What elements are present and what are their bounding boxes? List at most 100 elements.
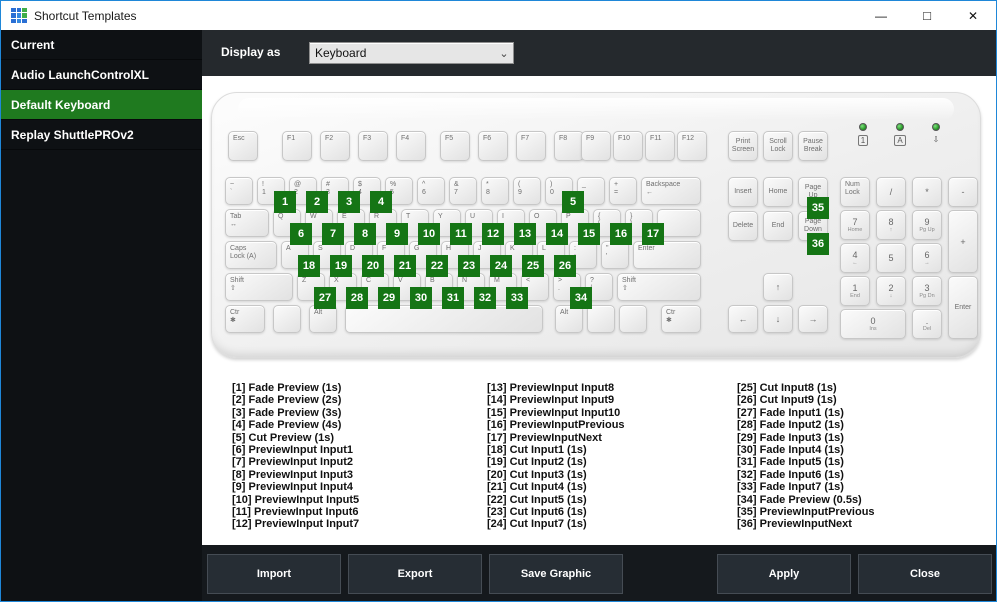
key-symbol: ← [728,305,758,333]
key-symbol: ↑ [763,273,793,301]
logo-square [11,18,16,24]
sidebar-item-replay-shuttleprov2[interactable]: Replay ShuttlePROv2 [1,120,202,150]
key-f11: F11 [645,131,675,161]
legend-item: [17] PreviewInputNext [487,431,602,444]
legend-item: [7] PreviewInput Input2 [232,456,354,469]
shortcut-badge-21: 21 [394,255,416,277]
key-f1: F1 [282,131,312,161]
shortcut-badge-15: 15 [578,223,600,245]
legend-item: [18] Cut Input1 (1s) [487,444,587,457]
legend-item: [11] PreviewInput Input6 [232,506,359,519]
legend-item: [22] Cut Input5 (1s) [487,493,587,506]
shortcut-badge-13: 13 [514,223,536,245]
shortcut-badge-35: 35 [807,197,829,219]
main-panel: Display as Keyboard ⌄ Esc F1 F2 F3 F4 F5 F6 F7 F… [202,30,996,601]
legend-item: [3] Fade Preview (3s) [232,406,342,419]
led-glyph: 1 [857,135,869,146]
legend-item: [29] Fade Input3 (1s) [737,431,844,444]
legend-item: [25] Cut Input8 (1s) [737,382,837,394]
legend-item: [20] Cut Input3 (1s) [487,468,587,481]
shortcut-badge-19: 19 [330,255,352,277]
display-as-value: Keyboard [315,46,367,60]
shortcut-badge-6: 6 [290,223,312,245]
key-symbol: ^ 6 [417,177,445,205]
key-f9: F9 [581,131,611,161]
close-button[interactable]: ✕ [950,1,996,30]
shortcut-badge-7: 7 [322,223,344,245]
maximize-button[interactable]: □ [904,1,950,30]
display-as-select[interactable]: Keyboard ⌄ [309,42,514,64]
key-4: 4 ← [840,243,870,273]
shortcut-badge-5: 5 [562,191,584,213]
close-action-button[interactable]: Close [858,554,992,594]
led-glyph: A [894,135,906,146]
key-9: 9 Pg Up [912,210,942,240]
save-graphic-button[interactable]: Save Graphic [489,554,623,594]
shortcut-badge-26: 26 [554,255,576,277]
key-esc: Esc [228,131,258,161]
key-enter: Enter [633,241,701,269]
key-f3: F3 [358,131,388,161]
shortcut-badge-22: 22 [426,255,448,277]
key-8: 8 ↑ [876,210,906,240]
shortcut-badge-10: 10 [418,223,440,245]
sidebar-item-default-keyboard[interactable]: Default Keyboard [1,90,202,120]
key-f4: F4 [396,131,426,161]
key-insert: Insert [728,177,758,207]
shortcut-badge-29: 29 [378,287,400,309]
legend-item: [34] Fade Preview (0.5s) [737,493,862,506]
legend-item: [14] PreviewInput Input9 [487,394,615,407]
key-tab: Tab ↔ [225,209,269,237]
shortcut-badge-14: 14 [546,223,568,245]
key-symbol: + [948,210,978,273]
shortcut-badge-20: 20 [362,255,384,277]
shortcut-badge-34: 34 [570,287,592,309]
legend-item: [2] Fade Preview (2s) [232,394,342,407]
minimize-button[interactable]: — [858,1,904,30]
title-bar: Shortcut Templates — □ ✕ [1,1,996,30]
scrolllock-led: ⇩ [921,123,951,144]
key-3: 3 Pg Dn [912,276,942,306]
legend-item: [36] PreviewInputNext [737,518,852,531]
key-symbol: - [948,177,978,207]
apply-button[interactable]: Apply [717,554,851,594]
template-sidebar: Current Audio LaunchControlXL Default Ke… [1,30,202,601]
import-button[interactable]: Import [207,554,341,594]
key-f2: F2 [320,131,350,161]
key-home: Home [763,177,793,207]
legend-item: [27] Fade Input1 (1s) [737,406,844,419]
key-symbol: " ' [601,241,629,269]
key-symbol: + = [609,177,637,205]
key-ctr: Ctr ✱ [225,305,265,333]
logo-square [11,7,16,13]
key-caps: Caps Lock (A) [225,241,277,269]
export-button[interactable]: Export [348,554,482,594]
sidebar-item-audio-launchcontrolxl[interactable]: Audio LaunchControlXL [1,60,202,90]
key-shift: Shift ⇧ [617,273,701,301]
key-blank [587,305,615,333]
key-f7: F7 [516,131,546,161]
key-alt: Alt [555,305,583,333]
shortcut-badge-12: 12 [482,223,504,245]
logo-square [22,18,27,24]
key-num: Num Lock [840,177,870,207]
logo-square [16,7,22,13]
capslock-led: A [885,123,915,146]
legend-item: [6] PreviewInput Input1 [232,444,354,457]
shortcut-badge-4: 4 [370,191,392,213]
key-backspace: Backspace ← [641,177,701,205]
key-blank [345,305,543,333]
legend-item: [8] PreviewInput Input3 [232,468,354,481]
shortcut-badge-28: 28 [346,287,368,309]
key-end: End [763,211,793,241]
display-toolbar: Display as Keyboard ⌄ [202,30,996,76]
shortcut-badge-32: 32 [474,287,496,309]
led-dot-icon [859,123,867,131]
shortcut-badge-9: 9 [386,223,408,245]
sidebar-item-current[interactable]: Current [1,30,202,60]
legend-item: [32] Fade Input6 (1s) [737,468,844,481]
key-f6: F6 [478,131,508,161]
key-symbol: / [876,177,906,207]
key-6: 6 → [912,243,942,273]
shortcut-badge-18: 18 [298,255,320,277]
